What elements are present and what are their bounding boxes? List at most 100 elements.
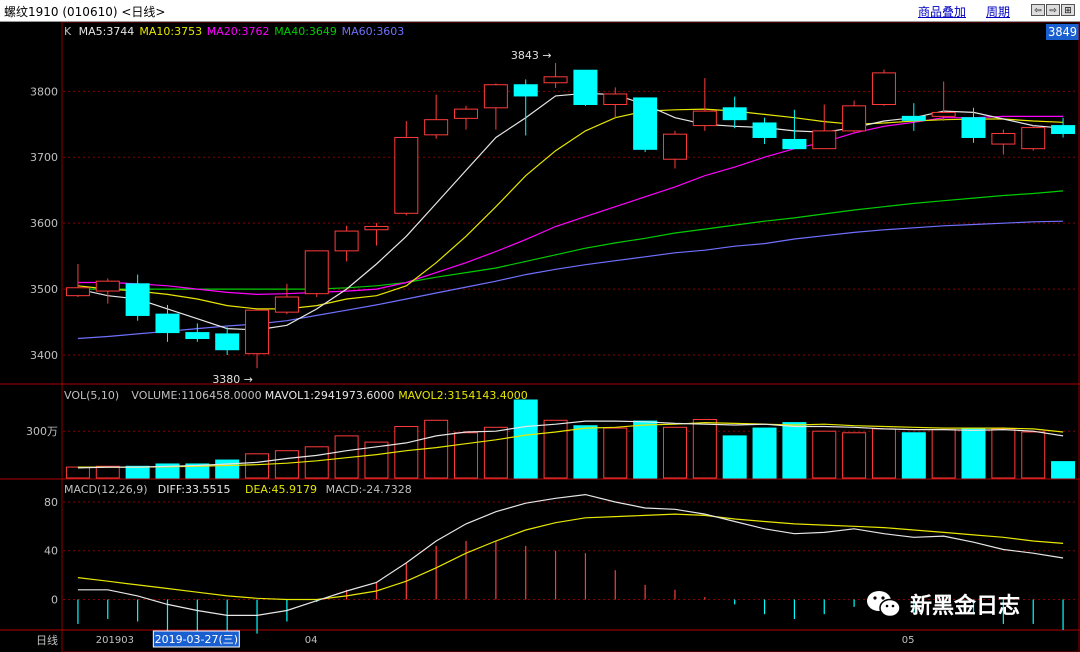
volume-bar — [543, 419, 568, 479]
candle-body — [304, 250, 329, 295]
xaxis-label: 201903 — [96, 635, 134, 646]
macd-legend-0: MACD(12,26,9) — [64, 483, 148, 496]
macd-legend-2: DEA:45.9179 — [245, 483, 317, 496]
period-label: 日线 — [36, 633, 58, 647]
volume-bar — [95, 465, 120, 479]
volume-tick-label: 300万 — [26, 425, 58, 438]
price-tick-label: 3600 — [30, 217, 58, 230]
candle-body — [842, 105, 867, 132]
volume-legend-0: VOL(5,10) — [64, 389, 119, 402]
candle-body — [274, 296, 299, 313]
volume-legend-2: MAVOL1:2941973.6000 — [265, 389, 395, 402]
volume-bar — [603, 427, 628, 479]
candle-body — [185, 332, 210, 340]
ma10-line — [77, 108, 1064, 310]
volume-bar — [513, 399, 538, 479]
layout-toggle-icon[interactable]: ⊞ — [1061, 4, 1075, 16]
prev-arrow-icon[interactable]: ⇦ — [1031, 4, 1045, 16]
volume-bar — [245, 453, 270, 479]
watermark-text: 新黑金日志 — [910, 594, 1021, 619]
next-arrow-icon[interactable]: ⇨ — [1046, 4, 1060, 16]
volume-bar — [931, 429, 956, 479]
candle-body — [752, 122, 777, 138]
candle-body — [513, 84, 538, 97]
candle-body — [245, 309, 270, 355]
candle-body — [215, 333, 240, 351]
wechat-icon — [867, 591, 901, 618]
candle-body — [931, 111, 956, 117]
volume-bar — [961, 427, 986, 479]
price-legend-5: MA60:3603 — [342, 25, 405, 38]
overlay-commodity-link[interactable]: 商品叠加 — [918, 3, 966, 20]
volume-bar — [424, 419, 449, 479]
price-tick-label: 3500 — [30, 283, 58, 296]
candle-body — [155, 313, 180, 334]
period-link[interactable]: 周期 — [986, 3, 1010, 20]
candle-body — [1051, 125, 1076, 135]
volume-bar — [215, 459, 240, 479]
price-annotation: 3380 → — [212, 373, 253, 386]
candle-body — [573, 69, 598, 106]
volume-bar — [573, 425, 598, 479]
macd-tick-label: 40 — [44, 545, 58, 558]
candle-body — [961, 117, 986, 138]
volume-legend-1: VOLUME:1106458.0000 — [131, 389, 261, 402]
macd-legend-3: MACD:-24.7328 — [326, 483, 412, 496]
watermark: 新黑金日志 — [866, 588, 1020, 620]
volume-legend-3: MAVOL2:3154143.4000 — [398, 389, 528, 402]
xaxis-label: 04 — [305, 635, 318, 646]
volume-bar — [812, 430, 837, 479]
macd-tick-label: 0 — [51, 594, 58, 607]
volume-bar — [274, 450, 299, 479]
cursor-date-label: 2019-03-27(三) — [155, 633, 239, 646]
volume-bar — [842, 432, 867, 479]
price-legend-0: K — [64, 25, 72, 38]
price-annotation: 3843 → — [511, 49, 552, 62]
xaxis-label: 05 — [902, 635, 915, 646]
candle-body — [543, 76, 568, 84]
volume-bar — [692, 419, 717, 479]
volume-bar — [722, 435, 747, 479]
price-legend-3: MA20:3762 — [207, 25, 270, 38]
volume-bar — [1051, 461, 1076, 479]
candle-body — [125, 283, 150, 316]
ma5-line — [77, 92, 1064, 331]
candle-body — [871, 72, 896, 106]
volume-bar — [901, 432, 926, 479]
candle-body — [692, 110, 717, 127]
candle-body — [424, 119, 449, 136]
plot-border — [61, 22, 1080, 652]
candle-body — [901, 115, 926, 121]
macd-tick-label: 80 — [44, 496, 58, 509]
volume-bar — [633, 420, 658, 479]
macd-legend-1: DIFF:33.5515 — [158, 483, 231, 496]
kline-chart[interactable]: 3800 3700 3600 3500 3400 3843 → 3380 → K MA5:374… — [0, 22, 1080, 652]
ma60-line — [77, 220, 1064, 340]
volume-bar — [662, 426, 687, 479]
price-tick-label: 3800 — [30, 85, 58, 98]
volume-bar — [304, 446, 329, 479]
price-legend-4: MA40:3649 — [274, 25, 337, 38]
price-tick-label: 3700 — [30, 151, 58, 164]
ma20-line — [77, 115, 1064, 296]
candle-body — [662, 133, 687, 160]
candle-body — [812, 130, 837, 150]
volume-bar — [752, 427, 777, 479]
volume-bar — [1021, 431, 1046, 479]
candle-body — [95, 280, 120, 292]
candle-body — [394, 136, 419, 214]
candle-body — [454, 108, 479, 119]
candle-body — [782, 138, 807, 150]
volume-bar — [125, 465, 150, 479]
price-legend-2: MA10:3753 — [139, 25, 202, 38]
candle-body — [364, 225, 389, 231]
volume-bar — [454, 432, 479, 479]
volume-bar — [782, 422, 807, 479]
candle-body — [334, 230, 359, 252]
window-titlebar: 螺纹1910 (010610) <日线> 商品叠加 周期 ⇦ ⇨ ⊞ — [0, 0, 1080, 22]
candle-body — [633, 97, 658, 150]
candle-body — [603, 93, 628, 106]
candle-body — [65, 287, 90, 297]
ma40-line — [77, 190, 1064, 290]
dea-line — [77, 513, 1064, 601]
